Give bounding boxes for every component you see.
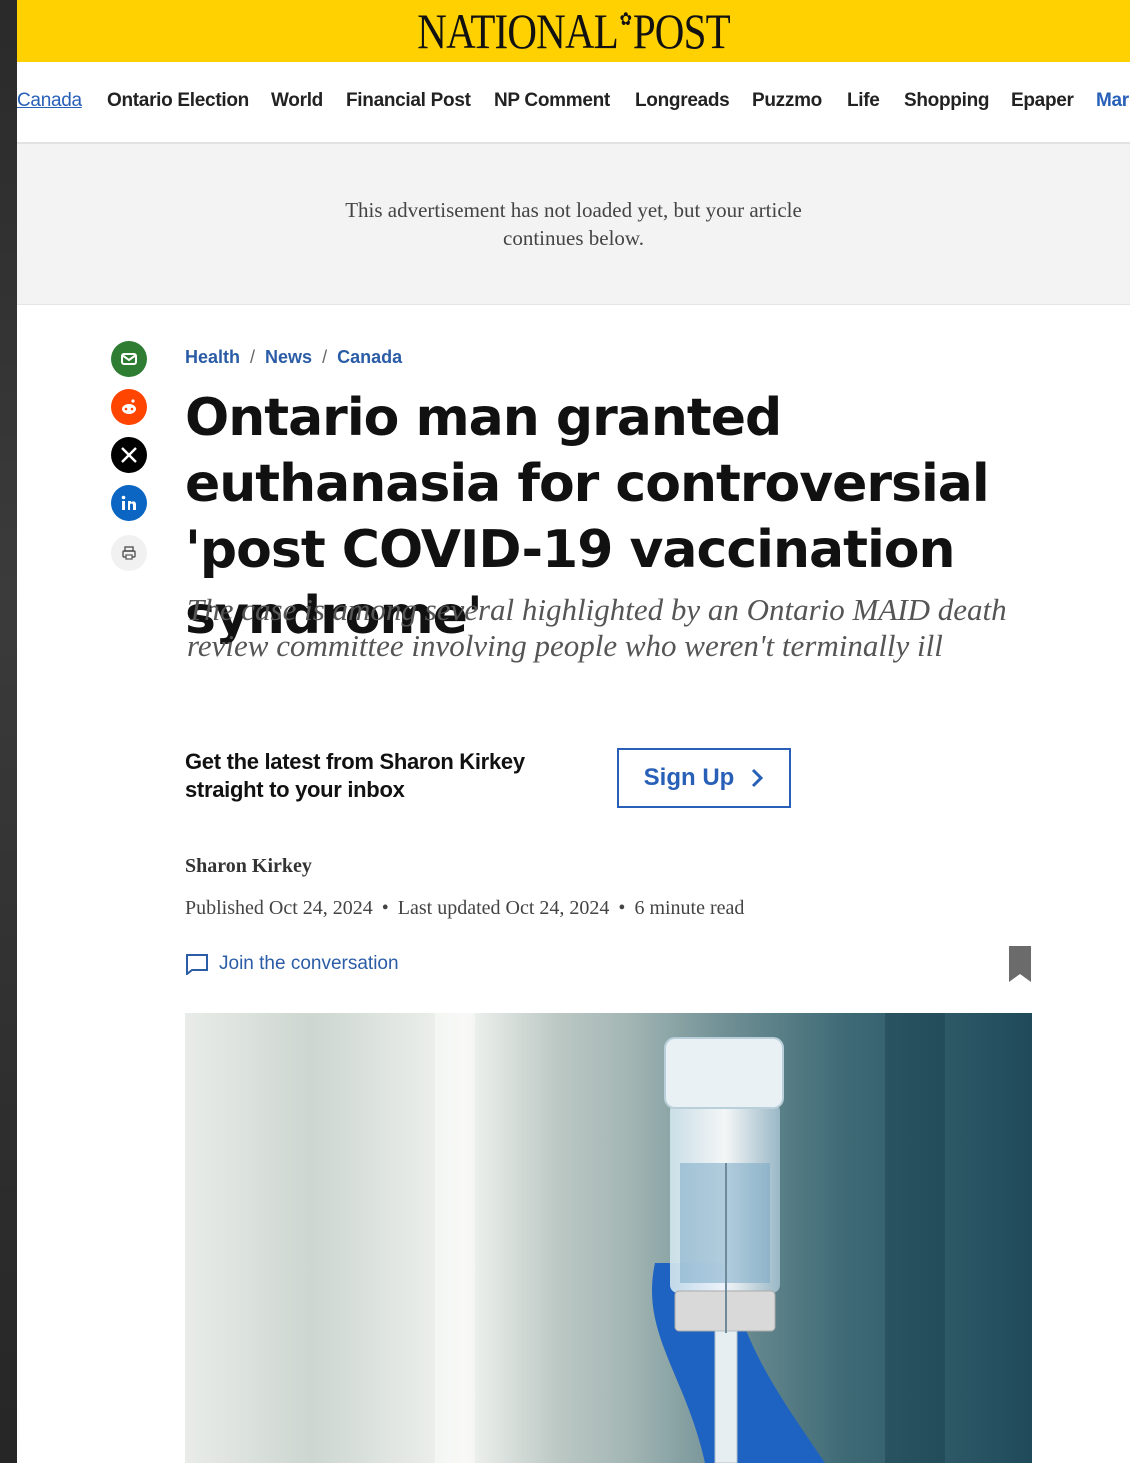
nav-item-shopping[interactable]: Shopping (904, 90, 989, 112)
published-date: Published Oct 24, 2024 (185, 897, 373, 919)
comment-icon (186, 954, 208, 975)
maple-leaf-icon: ✿ (619, 9, 632, 29)
email-icon[interactable] (111, 341, 147, 377)
signup-label: Sign Up (643, 764, 735, 791)
nav-item-financial-post[interactable]: Financial Post (346, 90, 471, 112)
nav-item-world[interactable]: World (271, 90, 323, 112)
print-icon[interactable] (111, 535, 147, 571)
breadcrumb-separator: / (250, 347, 256, 367)
nav-item-epaper[interactable]: Epaper (1011, 90, 1074, 112)
nav-item-canada[interactable]: Canada (17, 90, 82, 112)
nav-item-life[interactable]: Life (847, 90, 880, 112)
logo-national: NATIONAL (417, 3, 619, 59)
ad-message: This advertisement has not loaded yet, b… (345, 198, 802, 250)
meta-separator: • (618, 897, 626, 919)
author-name[interactable]: Sharon Kirkey (185, 855, 312, 878)
nav-item-longreads[interactable]: Longreads (635, 90, 730, 112)
chevron-right-icon (752, 768, 764, 788)
window-edge (0, 0, 17, 1463)
nav-item-puzzmo[interactable]: Puzzmo (752, 90, 822, 112)
breadcrumb-health[interactable]: Health (185, 347, 240, 367)
reddit-icon[interactable] (111, 389, 147, 425)
article-subheadline: The case is among several highlighted by… (187, 592, 1007, 663)
newsletter-promo: Get the latest from Sharon Kirkey straig… (185, 749, 525, 802)
site-logo[interactable]: NATIONAL ✿ POST (417, 3, 731, 59)
nav-item-ontario-election[interactable]: Ontario Election (107, 90, 249, 112)
vaccine-vial-illustration (435, 1013, 945, 1463)
breadcrumb: Health / News / Canada (185, 347, 402, 368)
logo-post: POST (632, 3, 731, 59)
nav-item-more[interactable]: Mar (1096, 90, 1129, 112)
breadcrumb-separator: / (322, 347, 328, 367)
article-hero-image (185, 1013, 1032, 1463)
read-time: 6 minute read (634, 897, 745, 919)
section-nav: Canada Ontario Election World Financial … (17, 62, 1130, 144)
breadcrumb-news[interactable]: News (265, 347, 312, 367)
meta-separator: • (381, 897, 389, 919)
join-conversation-link[interactable]: Join the conversation (185, 953, 399, 975)
updated-date: Last updated Oct 24, 2024 (397, 897, 610, 919)
nav-item-np-comment[interactable]: NP Comment (494, 90, 610, 112)
bookmark-icon[interactable] (1008, 945, 1032, 988)
masthead: NATIONAL ✿ POST (17, 0, 1130, 62)
x-icon[interactable] (111, 437, 147, 473)
signup-button[interactable]: Sign Up (617, 748, 791, 808)
linkedin-icon[interactable] (111, 485, 147, 521)
article-meta: Published Oct 24, 2024 • Last updated Oct … (185, 897, 744, 920)
ad-placeholder: This advertisement has not loaded yet, b… (17, 144, 1130, 305)
join-conversation-label: Join the conversation (219, 953, 399, 974)
breadcrumb-canada[interactable]: Canada (337, 347, 402, 367)
